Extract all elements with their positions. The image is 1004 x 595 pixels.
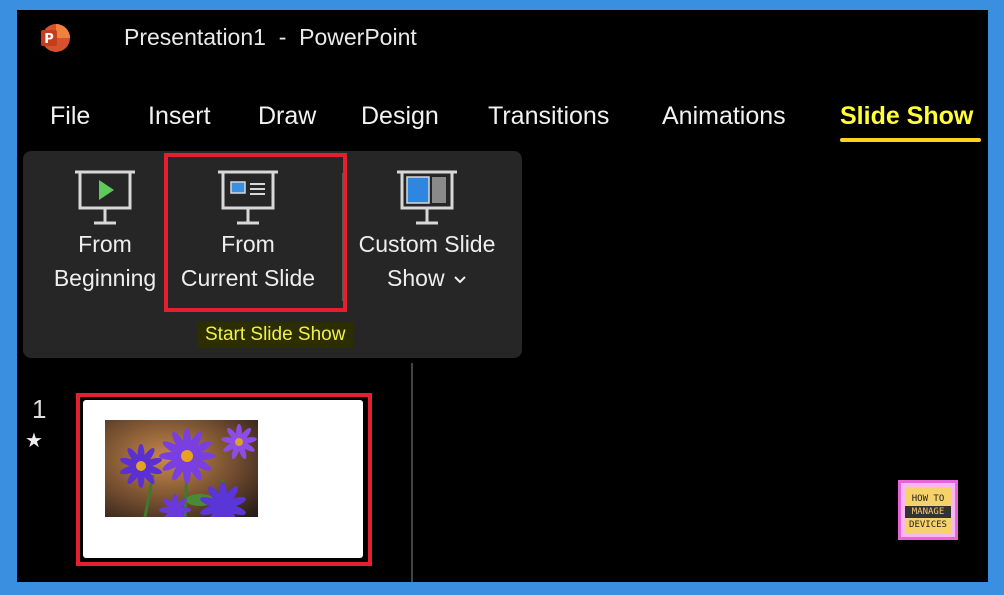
- flower-image: [105, 420, 258, 517]
- tab-transitions[interactable]: Transitions: [488, 102, 609, 131]
- slide-thumbnail[interactable]: [83, 400, 363, 558]
- custom-show-line2: Show: [387, 265, 445, 291]
- start-slide-show-group-label: Start Slide Show: [197, 322, 354, 348]
- tab-design[interactable]: Design: [361, 102, 439, 131]
- tab-animations[interactable]: Animations: [662, 102, 786, 131]
- logo-line-3: DEVICES: [909, 520, 947, 530]
- tab-draw[interactable]: Draw: [258, 102, 316, 131]
- title-bar: P Presentation1 - PowerPoint: [17, 10, 988, 68]
- from-beginning-button[interactable]: From Beginning: [45, 165, 165, 295]
- how-to-manage-devices-logo: HOW TO MANAGE DEVICES: [898, 480, 958, 540]
- active-tab-underline: [840, 138, 981, 142]
- custom-slide-show-button[interactable]: Custom Slide Show: [351, 165, 503, 295]
- from-beginning-line1: From: [78, 231, 132, 257]
- tab-slide-show[interactable]: Slide Show: [840, 102, 973, 131]
- custom-slide-show-icon: [397, 170, 457, 225]
- custom-show-line2-wrap: Show: [351, 261, 503, 295]
- slide-number: 1: [32, 394, 47, 424]
- play-from-start-icon: [75, 170, 135, 225]
- powerpoint-logo-icon: P: [41, 24, 70, 52]
- logo-text-block: HOW TO MANAGE DEVICES: [905, 487, 951, 533]
- chevron-down-icon: [454, 276, 466, 284]
- powerpoint-window: P Presentation1 - PowerPoint File Insert…: [17, 10, 988, 582]
- tab-file[interactable]: File: [50, 102, 90, 131]
- svg-text:P: P: [44, 32, 54, 47]
- window-title: Presentation1 - PowerPoint: [124, 24, 417, 50]
- tab-insert[interactable]: Insert: [148, 102, 211, 131]
- pane-divider: [411, 363, 413, 582]
- logo-line-1: HOW TO: [911, 494, 945, 504]
- logo-line-2: MANAGE: [905, 506, 951, 518]
- custom-show-line1: Custom Slide: [358, 231, 496, 257]
- from-beginning-line2: Beginning: [53, 265, 157, 291]
- highlight-from-current-slide: [164, 153, 347, 312]
- slide-transition-star-icon: ★: [25, 430, 43, 452]
